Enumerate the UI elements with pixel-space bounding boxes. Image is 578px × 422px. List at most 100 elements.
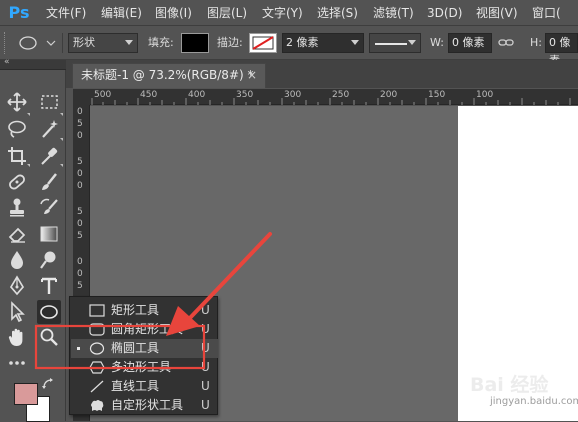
height-field[interactable]: 0 像素 xyxy=(545,33,578,67)
chevron-down-icon xyxy=(125,40,133,45)
fill-label: 填充: xyxy=(148,36,174,49)
history-brush-tool[interactable] xyxy=(37,196,61,220)
lasso-icon xyxy=(8,120,26,138)
crop-tool[interactable] xyxy=(5,144,29,168)
stroke-color-swatch[interactable] xyxy=(249,33,277,53)
fill-color-swatch[interactable] xyxy=(181,33,209,53)
tool-group-indicator xyxy=(27,113,30,116)
flyout-rectangle-tool[interactable]: 矩形工具 U xyxy=(71,301,218,320)
ruler-origin[interactable] xyxy=(73,89,90,105)
options-grip[interactable] xyxy=(4,32,6,54)
selected-indicator xyxy=(77,347,80,350)
stroke-width-dropdown[interactable]: 2 像素 xyxy=(282,33,364,53)
polygon-icon xyxy=(89,361,105,374)
dodge-tool[interactable] xyxy=(37,248,61,272)
stroke-type-dropdown[interactable] xyxy=(369,33,421,53)
menu-filter[interactable]: 滤镜(T) xyxy=(373,4,414,22)
menu-image[interactable]: 图像(I) xyxy=(155,4,192,22)
type-tool[interactable] xyxy=(37,274,61,298)
path-selection-tool[interactable] xyxy=(5,300,29,324)
more-dots-icon xyxy=(9,361,25,365)
crop-icon xyxy=(8,147,26,165)
flyout-ellipse-tool[interactable]: 椭圆工具 U xyxy=(71,339,218,358)
ruler-label: 500 xyxy=(94,90,112,100)
stamp-icon xyxy=(10,198,24,217)
blur-tool[interactable] xyxy=(5,248,29,272)
menu-edit[interactable]: 编辑(E) xyxy=(101,4,142,22)
menu-layer[interactable]: 图层(L) xyxy=(207,4,247,22)
ruler-label: 0 xyxy=(77,219,83,229)
move-tool[interactable] xyxy=(5,90,29,114)
ellipse-icon xyxy=(89,342,105,355)
arrow-pointer-icon xyxy=(11,301,25,323)
close-icon[interactable]: × xyxy=(247,64,257,87)
hand-icon xyxy=(8,328,23,346)
ruler-label: 5 xyxy=(77,231,83,241)
options-bar: 形状 填充: 描边: 2 像素 W: 0 像素 H: 0 像素 xyxy=(0,26,578,67)
flyout-item-label: 多边形工具 xyxy=(111,360,172,374)
horizontal-ruler[interactable]: 500 450 400 350 300 250 200 150 100 xyxy=(90,89,578,105)
eyedropper-tool[interactable] xyxy=(37,144,61,168)
clone-stamp-tool[interactable] xyxy=(5,196,29,220)
flyout-line-tool[interactable]: 直线工具 U xyxy=(71,377,218,396)
ruler-label: 5 xyxy=(77,207,83,217)
chevron-down-icon xyxy=(351,40,359,45)
flyout-rounded-rectangle-tool[interactable]: 圆角矩形工具 U xyxy=(71,320,218,339)
menu-type[interactable]: 文字(Y) xyxy=(262,4,303,22)
menu-3d[interactable]: 3D(D) xyxy=(427,4,462,22)
line-icon xyxy=(90,380,104,393)
toolbar-header[interactable]: « xyxy=(0,57,66,70)
height-label: H: xyxy=(530,36,542,49)
foreground-color-swatch[interactable] xyxy=(14,383,38,405)
tools-panel xyxy=(0,70,66,422)
flyout-item-label: 圆角矩形工具 xyxy=(111,322,184,336)
pen-tool[interactable] xyxy=(5,274,29,298)
zoom-tool[interactable] xyxy=(37,325,61,349)
width-field[interactable]: 0 像素 xyxy=(448,33,492,53)
flyout-polygon-tool[interactable]: 多边形工具 U xyxy=(71,358,218,377)
gradient-tool[interactable] xyxy=(37,222,61,246)
eraser-icon xyxy=(8,227,26,243)
ruler-label: 300 xyxy=(284,90,302,100)
marquee-tool[interactable] xyxy=(37,90,61,114)
edit-toolbar-button[interactable] xyxy=(5,351,29,375)
flyout-custom-shape-tool[interactable]: 自定形状工具 U xyxy=(71,396,218,415)
dodge-icon xyxy=(40,251,56,269)
link-icon[interactable] xyxy=(498,35,514,51)
menu-file[interactable]: 文件(F) xyxy=(46,4,86,22)
ellipse-tool[interactable] xyxy=(37,300,61,324)
stroke-type-solid-line xyxy=(375,43,407,45)
tool-group-indicator xyxy=(60,164,63,167)
move-icon xyxy=(7,92,27,112)
tool-preset-picker[interactable] xyxy=(14,33,58,53)
shape-tool-flyout: 矩形工具 U 圆角矩形工具 U 椭圆工具 U 多边形工具 U 直线工具 U 自定… xyxy=(69,296,218,415)
ruler-label: 5 xyxy=(77,281,83,291)
shape-mode-dropdown[interactable]: 形状 xyxy=(68,33,138,53)
document-tab[interactable]: 未标题-1 @ 73.2%(RGB/8#) * × xyxy=(72,63,266,88)
rectangle-icon xyxy=(89,304,105,317)
tool-group-indicator xyxy=(60,138,63,141)
ruler-label: 400 xyxy=(188,90,206,100)
menu-view[interactable]: 视图(V) xyxy=(476,4,518,22)
menu-window[interactable]: 窗口( xyxy=(532,4,561,22)
menu-select[interactable]: 选择(S) xyxy=(317,4,358,22)
hand-tool[interactable] xyxy=(5,325,29,349)
ruler-label: 100 xyxy=(476,90,494,100)
stroke-width-value: 2 像素 xyxy=(286,36,319,49)
swap-colors-icon[interactable] xyxy=(42,378,54,390)
eraser-tool[interactable] xyxy=(5,222,29,246)
healing-brush-tool[interactable] xyxy=(5,170,29,194)
magic-wand-icon xyxy=(42,120,58,138)
flyout-item-label: 直线工具 xyxy=(111,379,160,393)
no-stroke-icon xyxy=(252,36,274,50)
custom-shape-icon xyxy=(91,400,104,411)
photoshop-logo: Ps xyxy=(8,3,30,22)
flyout-item-shortcut: U xyxy=(201,341,210,355)
brush-tool[interactable] xyxy=(37,170,61,194)
collapse-icon[interactable]: « xyxy=(4,57,10,67)
lasso-tool[interactable] xyxy=(5,117,29,141)
flyout-item-shortcut: U xyxy=(201,322,210,336)
rectangular-marquee-icon xyxy=(41,95,58,109)
ruler-label: 450 xyxy=(140,90,158,100)
magic-wand-tool[interactable] xyxy=(37,117,61,141)
